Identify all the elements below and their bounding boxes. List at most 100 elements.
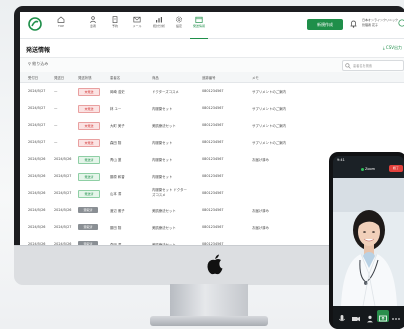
more-icon bbox=[392, 318, 400, 320]
reception-date-cell: 2024/5/27 bbox=[28, 140, 46, 144]
table-row[interactable]: 2024/5/27 — 未発送 大町 美子 美肌療法セット 0801234567 サプリメン… bbox=[20, 117, 404, 135]
user-name: 管理者 花子 bbox=[362, 23, 378, 27]
filter-toggle[interactable]: ⚲ 絞り込み bbox=[28, 61, 48, 67]
phone-status-time: 9:41 bbox=[337, 158, 345, 162]
product-cell: 内服薬セット bbox=[152, 158, 173, 162]
reception-date-cell: 2024/5/26 bbox=[28, 191, 46, 195]
status-badge[interactable]: 未発送 bbox=[78, 105, 100, 113]
patient-name-cell: 林 ユー bbox=[110, 107, 122, 111]
help-icon[interactable] bbox=[398, 19, 404, 27]
nav-item-patients[interactable]: 患者 bbox=[82, 16, 104, 36]
product-cell: 美肌療法セット bbox=[152, 226, 176, 230]
column-header[interactable]: 発送状態 bbox=[78, 75, 92, 80]
zoom-indicator[interactable]: Zoom bbox=[357, 166, 379, 172]
reception-date-cell: 2024/5/26 bbox=[28, 157, 46, 161]
filter-bar: ⚲ 絞り込み 患者名を検索 bbox=[20, 57, 404, 73]
tracking-number-cell: 0801234567 bbox=[202, 157, 224, 161]
reception-date-cell: 2024/5/26 bbox=[28, 174, 46, 178]
column-header[interactable]: 患者名 bbox=[110, 75, 120, 80]
tracking-number-cell: 0801234567 bbox=[202, 225, 224, 229]
reception-date-cell: 2024/5/27 bbox=[28, 106, 46, 110]
person-icon bbox=[89, 16, 97, 23]
nav-label: 発送情報 bbox=[192, 24, 205, 28]
search-placeholder: 患者名を検索 bbox=[353, 63, 373, 68]
memo-cell: お届け済み bbox=[252, 158, 269, 162]
new-button[interactable]: 新規作成 bbox=[307, 19, 343, 30]
share-button[interactable] bbox=[377, 310, 389, 322]
status-badge[interactable]: 発送済 bbox=[78, 173, 100, 181]
status-badge[interactable]: 発送済 bbox=[78, 190, 100, 198]
patient-name-cell: 大町 美子 bbox=[110, 124, 125, 128]
search-input[interactable]: 患者名を検索 bbox=[342, 60, 404, 71]
active-nav-indicator bbox=[190, 37, 208, 39]
memo-cell: サプリメントのご案内 bbox=[252, 141, 286, 145]
nav-item-reservations[interactable]: 予約 bbox=[104, 16, 126, 36]
column-header[interactable]: メモ bbox=[252, 75, 259, 80]
table-row[interactable]: 2024/5/27 — 未発送 林 ユー 内服薬セット 0801234567 サプリメントの… bbox=[20, 100, 404, 118]
nav-item-top[interactable]: TOP bbox=[50, 16, 72, 36]
nav-item-mail[interactable]: メール bbox=[126, 16, 148, 36]
video-button[interactable] bbox=[350, 310, 362, 322]
tracking-number-cell: 0801234567 bbox=[202, 123, 224, 127]
tracking-number-cell: 0801234567 bbox=[202, 106, 224, 110]
tracking-number-cell: 0801234567 bbox=[202, 174, 224, 178]
csv-export-label: CSV出力 bbox=[385, 45, 402, 50]
csv-export-link[interactable]: ⤓ CSV出力 bbox=[383, 45, 402, 51]
ship-date-cell: — bbox=[54, 140, 58, 144]
column-header[interactable]: 追跡番号 bbox=[202, 75, 216, 80]
table-row[interactable]: 2024/5/27 — 未発送 岡崎 浩史 ドクターズコスメ 0801234567 サプリメ… bbox=[20, 83, 404, 101]
logo-icon bbox=[28, 17, 42, 31]
ship-date-cell: — bbox=[54, 106, 58, 110]
user-info[interactable]: 日本オンラインクリニック 管理者 花子 bbox=[362, 18, 402, 28]
nav-item-settings[interactable]: 設定 bbox=[168, 16, 190, 36]
table-header: 受付日 発送日 発送状態 患者名 商品 追跡番号 メモ bbox=[20, 72, 404, 83]
patient-name-cell: 藤田 翔 bbox=[110, 226, 122, 230]
call-controls bbox=[333, 306, 404, 329]
video-call-screen: 9:41 Zoom 終了 bbox=[333, 156, 404, 329]
patient-name-cell: 岡崎 浩史 bbox=[110, 90, 125, 94]
microphone-icon bbox=[339, 315, 345, 322]
column-header[interactable]: 商品 bbox=[152, 75, 159, 80]
calendar-icon bbox=[195, 16, 203, 23]
memo-cell: サプリメントのご案内 bbox=[252, 90, 286, 94]
mail-icon bbox=[133, 16, 141, 23]
status-badge[interactable]: 発送済 bbox=[78, 156, 100, 164]
product-cell: 内服薬セット bbox=[152, 175, 173, 179]
participants-button[interactable] bbox=[364, 310, 376, 323]
tracking-number-cell: 0801234567 bbox=[202, 140, 224, 144]
status-badge[interactable]: 未発送 bbox=[78, 122, 100, 130]
memo-cell: お届け済み bbox=[252, 209, 269, 213]
monitor-base bbox=[150, 316, 268, 326]
bell-icon[interactable] bbox=[350, 20, 357, 28]
column-header[interactable]: 受付日 bbox=[28, 75, 38, 80]
status-badge[interactable]: 受取済 bbox=[78, 207, 98, 213]
reception-date-cell: 2024/5/26 bbox=[28, 208, 46, 212]
page-title: 発送情報 bbox=[26, 47, 51, 54]
more-button[interactable] bbox=[390, 310, 402, 322]
clipboard-icon bbox=[112, 16, 118, 23]
patient-name-cell: 青山 蓮 bbox=[110, 158, 122, 162]
memo-cell: サプリメントのご案内 bbox=[252, 124, 286, 128]
camera-icon bbox=[352, 316, 360, 322]
product-cell: 内服薬セット bbox=[152, 107, 173, 111]
ship-date-cell: 2024/5/27 bbox=[54, 191, 72, 195]
table-row[interactable]: 2024/5/27 — 未発送 森田 翔 内服薬セット 0801234567 サプリメントの… bbox=[20, 134, 404, 152]
nav-label: 設定 bbox=[175, 24, 182, 28]
status-badge[interactable]: 未発送 bbox=[78, 139, 100, 147]
nav-item-shipping[interactable]: 発送情報 bbox=[188, 16, 210, 39]
mute-button[interactable] bbox=[336, 310, 348, 322]
status-badge[interactable]: 未発送 bbox=[78, 88, 100, 96]
doctor-video-feed bbox=[333, 178, 404, 307]
column-header[interactable]: 発送日 bbox=[54, 75, 64, 80]
reception-date-cell: 2024/5/27 bbox=[28, 89, 46, 93]
nav-item-analytics[interactable]: 統計分析 bbox=[148, 16, 170, 36]
nav-label: 予約 bbox=[111, 24, 118, 28]
end-call-button[interactable]: 終了 bbox=[389, 165, 403, 172]
search-icon bbox=[345, 62, 351, 69]
memo-cell: お届け済み bbox=[252, 226, 269, 230]
people-icon bbox=[367, 315, 373, 323]
status-badge[interactable]: 受取済 bbox=[78, 224, 98, 230]
chart-icon bbox=[156, 17, 162, 23]
gear-icon bbox=[176, 16, 182, 23]
reception-date-cell: 2024/5/27 bbox=[28, 123, 46, 127]
